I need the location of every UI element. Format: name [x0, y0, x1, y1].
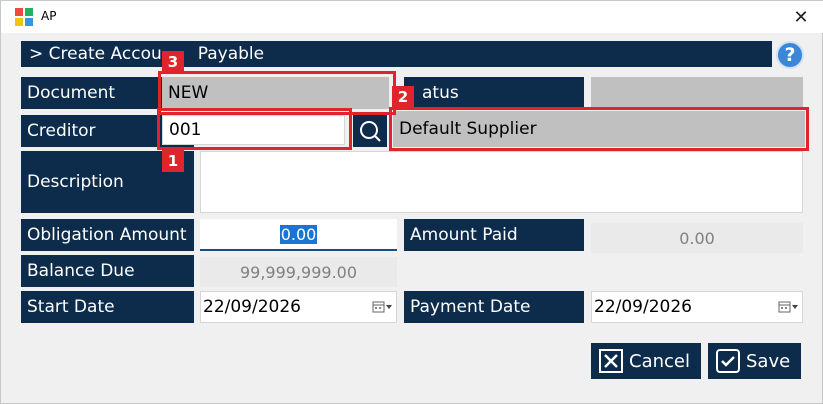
creditor-search-button[interactable]: [353, 115, 387, 147]
calendar-dropdown-icon: [372, 301, 392, 313]
annotation-number-1: 1: [162, 150, 184, 172]
title-bar: AP ✕: [1, 1, 823, 33]
close-button[interactable]: ✕: [778, 1, 823, 33]
start-date-dropdown-button[interactable]: [372, 298, 394, 316]
obligation-amount-value: 0.00: [279, 224, 318, 244]
creditor-code-input[interactable]: 001: [162, 115, 345, 145]
payment-date-picker[interactable]: 22/09/2026: [591, 291, 803, 323]
page-title-tail: Payable: [197, 44, 265, 64]
obligation-amount-label: Obligation Amount: [21, 219, 194, 251]
balance-due-field: 99,999,999.00: [200, 257, 397, 287]
payment-date-value: 22/09/2026: [594, 297, 692, 317]
status-field: [591, 77, 803, 109]
annotation-number-2: 2: [392, 86, 414, 108]
window-title: AP: [41, 9, 57, 23]
amount-paid-label: Amount Paid: [404, 219, 584, 251]
page-title: > Create Accou: [29, 44, 162, 64]
check-box-icon: [716, 349, 740, 373]
payment-date-label: Payment Date: [404, 291, 584, 323]
cancel-label: Cancel: [629, 350, 690, 372]
calendar-dropdown-icon: [778, 301, 798, 313]
start-date-label: Start Date: [21, 291, 194, 323]
balance-due-label: Balance Due: [21, 255, 194, 287]
save-button[interactable]: Save: [708, 343, 801, 379]
amount-paid-field: 0.00: [591, 223, 803, 253]
start-date-picker[interactable]: 22/09/2026: [200, 291, 397, 323]
description-input[interactable]: [200, 151, 803, 213]
payment-date-dropdown-button[interactable]: [778, 298, 800, 316]
search-icon: [360, 121, 381, 142]
annotation-number-3: 3: [162, 51, 184, 73]
help-button[interactable]: ?: [776, 41, 804, 69]
page-header: > Create Accou Payable: [21, 41, 772, 67]
status-label: atus: [404, 77, 584, 109]
cancel-button[interactable]: Cancel: [591, 343, 701, 379]
document-field[interactable]: NEW: [162, 77, 389, 109]
creditor-name-field: Default Supplier: [393, 111, 805, 147]
app-logo-icon: [15, 8, 33, 26]
save-label: Save: [746, 350, 791, 372]
start-date-value: 22/09/2026: [203, 297, 301, 317]
ap-window: AP ✕ > Create Accou Payable ? Document NE…: [0, 0, 823, 404]
close-box-icon: [599, 349, 623, 373]
obligation-amount-input[interactable]: 0.00: [200, 219, 397, 251]
